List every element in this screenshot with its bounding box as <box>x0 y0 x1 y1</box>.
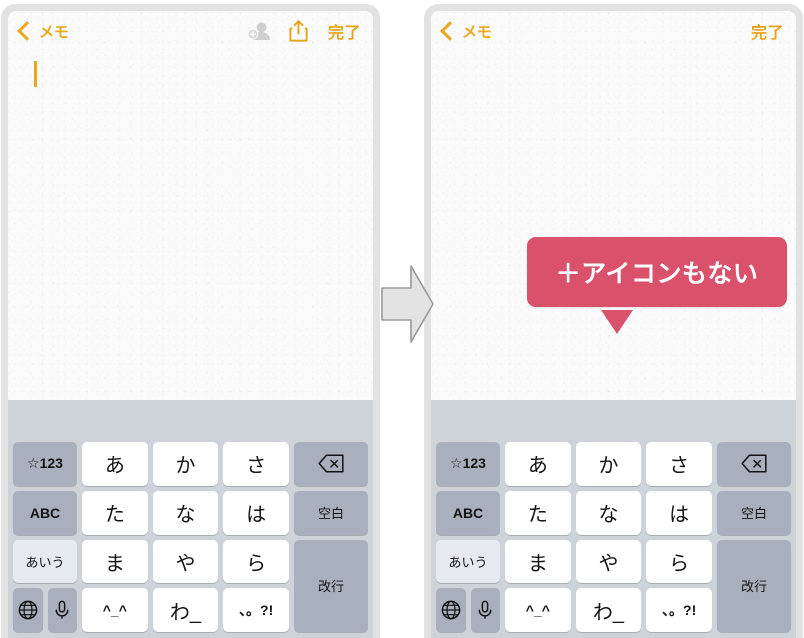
navbar-icon-group <box>247 20 308 42</box>
keyboard-grid: ☆123 あかさ ABC たなは空白あいうまやら改行 ^_^ わ_、。?! <box>8 438 373 638</box>
callout-bubble-text: ＋アイコンもない <box>555 260 759 288</box>
phone-panel-after: メモ 完了 ＋アイコンもない ☆123 あかさ ABC たなは空白あいうまやら改行 ^_… <box>424 4 803 638</box>
navbar-before: メモ 完了 <box>8 11 373 51</box>
key-dictation[interactable] <box>470 588 500 632</box>
back-button-after[interactable]: メモ <box>440 21 492 42</box>
key-backspace[interactable] <box>293 442 368 486</box>
key-emoticon[interactable]: ^_^ <box>82 588 148 632</box>
phone-screen-after: メモ 完了 ＋アイコンもない ☆123 あかさ ABC たなは空白あいうまやら改行 ^_… <box>431 11 796 638</box>
key-a[interactable]: あ <box>505 442 571 486</box>
done-button-after[interactable]: 完了 <box>751 19 784 43</box>
key-punctuation[interactable]: 、。?! <box>223 588 289 632</box>
note-paper-background-after <box>431 11 796 411</box>
navbar-after: メモ 完了 <box>431 11 796 51</box>
back-button-label-after: メモ <box>462 23 492 41</box>
key-dictation[interactable] <box>47 588 77 632</box>
key-symbols[interactable]: ☆123 <box>13 442 77 486</box>
back-button-label: メモ <box>39 23 69 41</box>
back-button-before[interactable]: メモ <box>17 21 69 42</box>
callout-bubble: ＋アイコンもない <box>527 237 787 307</box>
key-ma[interactable]: ま <box>505 539 571 584</box>
suggestion-bar-after[interactable] <box>431 400 796 438</box>
key-symbols[interactable]: ☆123 <box>436 442 500 486</box>
phone-panel-before: メモ 完了 ☆123 あ か さ ABC た な は 空白 あいう ま や ら … <box>1 4 380 638</box>
key-globe[interactable] <box>436 588 466 632</box>
key-return[interactable]: 改行 <box>716 539 791 632</box>
key-wa[interactable]: わ_ <box>575 588 642 632</box>
arrow-right-icon <box>381 262 434 346</box>
keyboard-bottom-left-group <box>436 588 500 632</box>
key-sa[interactable]: さ <box>223 442 289 486</box>
key-abc[interactable]: ABC <box>436 490 500 535</box>
key-return[interactable]: 改行 <box>293 539 368 632</box>
key-ha[interactable]: は <box>646 490 712 535</box>
key-ya[interactable]: や <box>575 539 642 584</box>
key-ya[interactable]: や <box>152 539 219 584</box>
key-ra[interactable]: ら <box>646 539 712 584</box>
key-globe[interactable] <box>13 588 43 632</box>
key-space[interactable]: 空白 <box>716 490 791 535</box>
done-button-before[interactable]: 完了 <box>328 19 361 43</box>
key-ta[interactable]: た <box>82 490 148 535</box>
keyboard-bottom-left-group <box>13 588 77 632</box>
key-emoticon[interactable]: ^_^ <box>505 588 571 632</box>
key-backspace[interactable] <box>716 442 791 486</box>
key-aiu[interactable]: あいう <box>13 539 77 584</box>
note-paper-background <box>8 11 373 411</box>
chevron-left-icon <box>440 21 460 41</box>
key-sa[interactable]: さ <box>646 442 712 486</box>
keyboard-grid-after: ☆123 あかさ ABC たなは空白あいうまやら改行 ^_^ わ_、。?! <box>431 438 796 638</box>
key-wa[interactable]: わ_ <box>152 588 219 632</box>
key-ma[interactable]: ま <box>82 539 148 584</box>
chevron-left-icon <box>17 21 37 41</box>
key-ta[interactable]: た <box>505 490 571 535</box>
key-a[interactable]: あ <box>82 442 148 486</box>
key-aiu[interactable]: あいう <box>436 539 500 584</box>
key-ra[interactable]: ら <box>223 539 289 584</box>
phone-screen-before: メモ 完了 ☆123 あ か さ ABC た な は 空白 あいう ま や ら … <box>8 11 373 638</box>
key-ha[interactable]: は <box>223 490 289 535</box>
keyboard-after: ☆123 あかさ ABC たなは空白あいうまやら改行 ^_^ わ_、。?! <box>431 400 796 638</box>
key-ka[interactable]: か <box>575 442 642 486</box>
share-icon[interactable] <box>289 20 308 42</box>
callout-bubble-tail <box>601 310 633 334</box>
comparison-stage: メモ 完了 ☆123 あ か さ ABC た な は 空白 あいう ま や ら … <box>0 0 804 638</box>
suggestion-bar[interactable] <box>8 400 373 438</box>
text-caret <box>34 61 37 87</box>
keyboard-before: ☆123 あかさ ABC たなは空白あいうまやら改行 ^_^ わ_、。?! <box>8 400 373 638</box>
key-na[interactable]: な <box>152 490 219 535</box>
key-space[interactable]: 空白 <box>293 490 368 535</box>
key-abc[interactable]: ABC <box>13 490 77 535</box>
person-add-icon[interactable] <box>247 21 270 41</box>
key-ka[interactable]: か <box>152 442 219 486</box>
key-na[interactable]: な <box>575 490 642 535</box>
key-punctuation[interactable]: 、。?! <box>646 588 712 632</box>
